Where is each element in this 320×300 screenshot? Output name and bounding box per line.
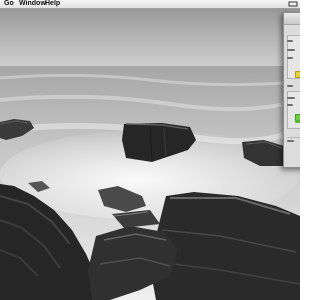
menu-window[interactable]: Window xyxy=(19,0,46,9)
desktop-screen: Go Window Help xyxy=(0,0,300,300)
panel-footer xyxy=(287,137,300,147)
panel-label-mark xyxy=(287,49,295,51)
desktop-wallpaper xyxy=(0,0,300,300)
panel-title-bar[interactable] xyxy=(284,13,300,25)
menu-help[interactable]: Help xyxy=(45,0,60,9)
menu-go[interactable]: Go xyxy=(4,0,14,9)
utility-panel xyxy=(283,12,300,168)
yellow-indicator[interactable] xyxy=(295,71,300,78)
panel-label-mark xyxy=(287,104,293,106)
menu-bar: Go Window Help xyxy=(0,0,300,9)
green-indicator-bar xyxy=(295,120,300,123)
panel-label-mark xyxy=(287,140,294,142)
panel-label-mark xyxy=(287,85,293,87)
panel-label-mark xyxy=(287,40,293,42)
panel-label-mark xyxy=(287,97,295,99)
panel-label-mark xyxy=(287,57,293,59)
menu-extra-icon[interactable] xyxy=(288,1,298,7)
